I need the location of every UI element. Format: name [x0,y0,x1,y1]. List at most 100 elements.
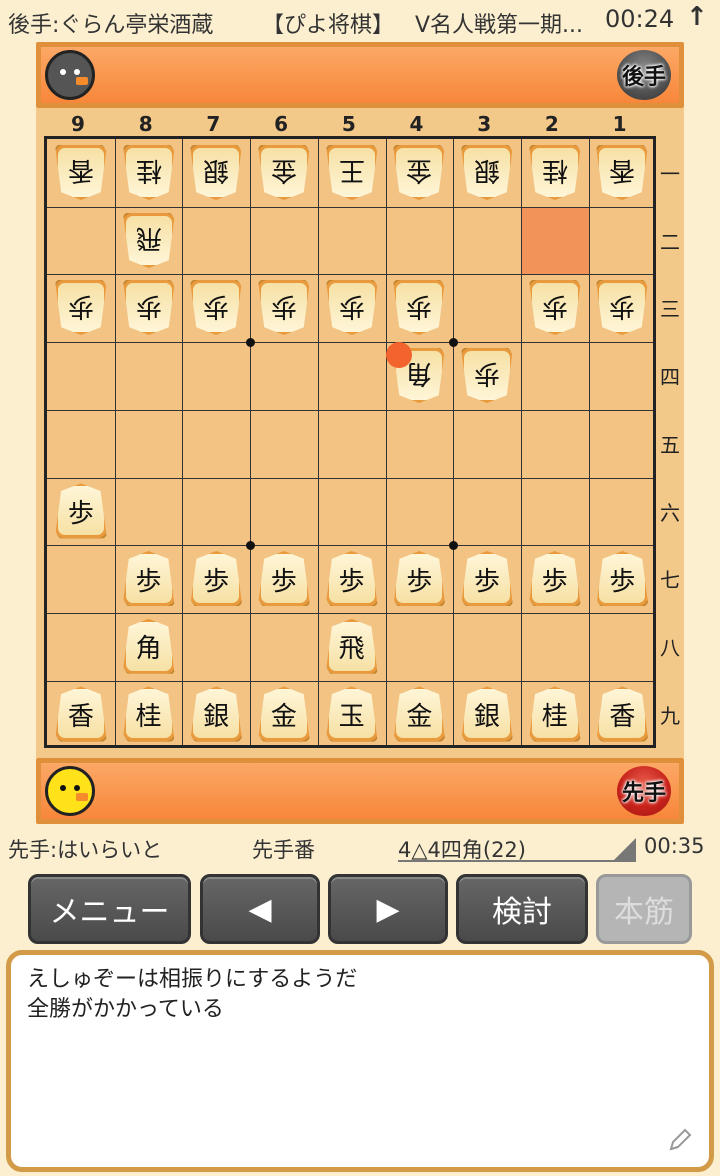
gote-piece[interactable]: 飛 [119,211,179,271]
column-number-8: 8 [138,112,153,136]
last-move-text: 4△4四角(22) [398,838,526,862]
gote-clock: 00:24 [605,5,675,33]
piece-label: 歩 [474,358,501,389]
gote-piece[interactable]: 香 [51,143,111,203]
piece-label: 歩 [203,290,230,321]
board-area: 987654321 一二三四五六七八九 香桂銀金王金銀桂香飛歩歩歩歩歩歩歩歩角歩… [36,108,684,758]
sente-piece[interactable]: 銀 [186,684,246,744]
piece-label: 歩 [338,566,365,597]
menu-button[interactable]: メニュー [28,874,191,944]
sente-piece[interactable]: 香 [592,684,652,744]
sente-piece[interactable]: 玉 [322,684,382,744]
gote-piece[interactable]: 金 [254,143,314,203]
sente-piece[interactable]: 銀 [457,684,517,744]
dropdown-triangle-icon [614,838,636,860]
pencil-icon[interactable] [665,1125,695,1155]
row-number-3: 三 [660,297,680,322]
sente-hand-tray: 先手 [36,758,684,824]
row-number-4: 四 [660,365,680,390]
sente-piece[interactable]: 桂 [525,684,585,744]
sente-piece[interactable]: 歩 [322,549,382,609]
piece-label: 香 [609,155,636,186]
sente-piece[interactable]: 金 [389,684,449,744]
piece-label: 香 [67,155,94,186]
column-number-5: 5 [341,112,356,136]
piece-label: 銀 [203,155,230,186]
gote-piece[interactable]: 歩 [186,278,246,338]
gote-piece[interactable]: 香 [592,143,652,203]
sente-piece[interactable]: 桂 [119,684,179,744]
row-number-2: 二 [660,229,680,254]
turn-indicator: 先手番 [252,838,315,862]
piece-label: 香 [67,701,94,732]
comment-box[interactable]: えしゅぞーは相振りにするようだ 全勝がかかっている [6,950,714,1172]
column-number-4: 4 [409,112,424,136]
piece-label: 歩 [474,566,501,597]
piece-label: 角 [406,358,433,389]
comment-line-2: 全勝がかかっている [27,997,224,1022]
grid-line [453,139,455,745]
row-number-6: 六 [660,500,680,525]
sente-piece[interactable]: 歩 [389,549,449,609]
sente-piece[interactable]: 歩 [457,549,517,609]
event-name: V名人戦第一期... [415,13,584,38]
column-number-7: 7 [206,112,221,136]
prev-move-button[interactable]: ◀ [200,874,320,944]
row-number-8: 八 [660,635,680,660]
piece-label: 金 [406,155,433,186]
gote-hand-tray: 後手 [36,42,684,108]
gote-piece[interactable]: 歩 [592,278,652,338]
sente-piece[interactable]: 香 [51,684,111,744]
column-number-1: 1 [612,112,627,136]
sente-piece[interactable]: 飛 [322,617,382,677]
piece-label: 桂 [541,701,568,732]
piece-label: 金 [270,155,297,186]
piece-label: 歩 [541,290,568,321]
gote-piece[interactable]: 歩 [254,278,314,338]
sente-badge: 先手 [617,766,671,816]
grid-line [588,139,590,745]
sente-piece[interactable]: 金 [254,684,314,744]
gote-piece[interactable]: 王 [322,143,382,203]
sente-piece[interactable]: 歩 [525,549,585,609]
row-number-5: 五 [660,432,680,457]
piece-label: 歩 [67,290,94,321]
gote-piece[interactable]: 歩 [525,278,585,338]
comment-line-1: えしゅぞーは相振りにするようだ [27,967,358,992]
grid-line [47,206,653,208]
gote-piece[interactable]: 銀 [186,143,246,203]
arrow-up-icon[interactable]: ↑ [686,2,708,32]
sente-piece[interactable]: 歩 [592,549,652,609]
gote-piece[interactable]: 歩 [389,278,449,338]
status-bar: 先手:はいらいと 先手番 4△4四角(22) 00:35 [0,828,720,868]
column-number-3: 3 [477,112,492,136]
piece-label: 香 [609,701,636,732]
analyze-button[interactable]: 検討 [456,874,588,944]
gote-piece[interactable]: 金 [389,143,449,203]
gote-piece[interactable]: 桂 [525,143,585,203]
sente-player-name: 先手:はいらいと [8,838,163,862]
move-selector[interactable]: 4△4四角(22) [398,832,636,862]
sente-piece[interactable]: 角 [119,617,179,677]
piece-label: 金 [270,701,297,732]
gote-piece[interactable]: 銀 [457,143,517,203]
gote-piece[interactable]: 歩 [119,278,179,338]
piece-label: 歩 [609,290,636,321]
piece-label: 金 [406,701,433,732]
gote-piece[interactable]: 歩 [322,278,382,338]
shogi-board[interactable]: 香桂銀金王金銀桂香飛歩歩歩歩歩歩歩歩角歩歩歩歩歩歩歩歩歩歩角飛香桂銀金玉金銀桂香 [44,136,656,748]
gote-piece[interactable]: 桂 [119,143,179,203]
sente-piece[interactable]: 歩 [254,549,314,609]
column-number-2: 2 [544,112,559,136]
grid-line [47,680,653,682]
sente-piece[interactable]: 歩 [51,481,111,541]
sente-piece[interactable]: 歩 [119,549,179,609]
next-move-button[interactable]: ▶ [328,874,448,944]
gote-piece[interactable]: 歩 [51,278,111,338]
piece-label: 歩 [270,290,297,321]
sente-piece[interactable]: 歩 [186,549,246,609]
piece-label: 桂 [135,701,162,732]
sente-clock: 00:35 [644,834,705,858]
gote-piece[interactable]: 歩 [457,346,517,406]
piece-label: 飛 [338,634,365,665]
